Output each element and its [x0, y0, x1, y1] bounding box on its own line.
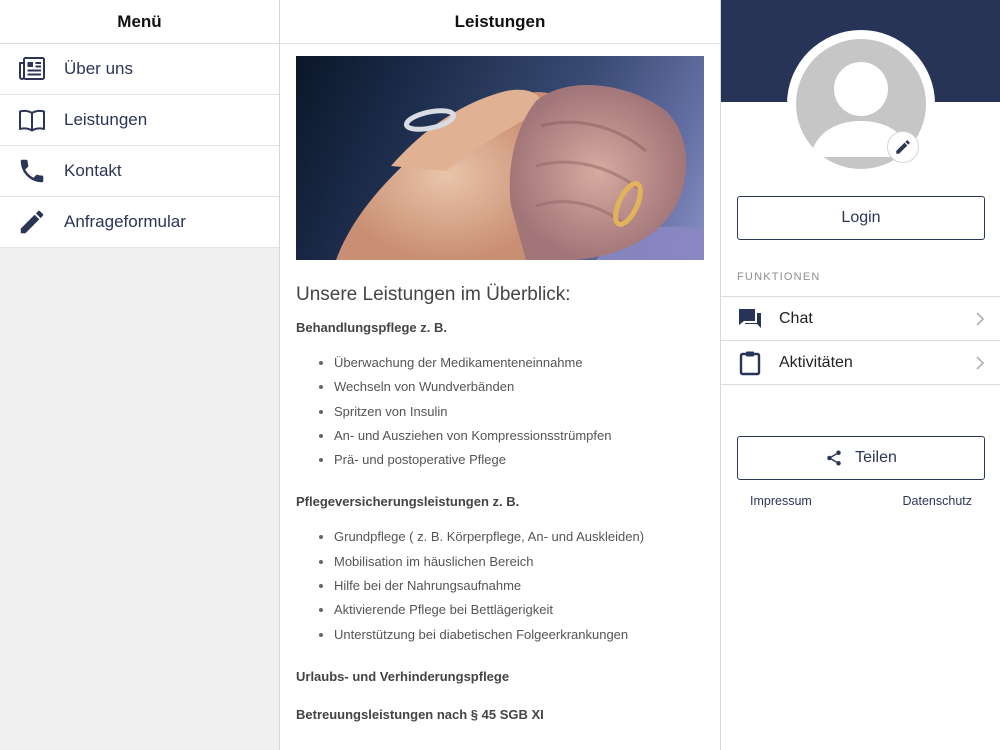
newspaper-icon [0, 54, 64, 84]
list-item: Unterstützung bei diabetischen Folgeerkr… [334, 623, 704, 647]
menu-item-anfrageformular[interactable]: Anfrageformular [0, 197, 279, 248]
list-item: Hilfe bei der Nahrungsaufnahme [334, 574, 704, 598]
bullet-list-pflegeversicherung: Grundpflege ( z. B. Körperpflege, An- un… [296, 525, 704, 646]
list-item: Grundpflege ( z. B. Körperpflege, An- un… [334, 525, 704, 549]
content-title: Leistungen [280, 0, 720, 44]
impressum-link[interactable]: Impressum [750, 494, 812, 508]
list-item: Spritzen von Insulin [334, 400, 704, 424]
chat-icon [721, 307, 779, 331]
content-body[interactable]: Unsere Leistungen im Überblick: Behandlu… [280, 44, 720, 722]
menu-item-label: Anfrageformular [64, 212, 186, 231]
profile-pane: Login FUNKTIONEN Chat Aktivitäten Teilen… [720, 0, 1000, 750]
list-item: Überwachung der Medikamenteneinnahme [334, 351, 704, 375]
chevron-right-icon [976, 356, 985, 370]
function-item-label: Aktivitäten [779, 353, 853, 371]
pencil-icon [0, 207, 64, 237]
footer-links: Impressum Datenschutz [721, 494, 1000, 508]
book-icon [0, 105, 64, 135]
login-button[interactable]: Login [737, 196, 985, 240]
clipboard-icon [721, 350, 779, 376]
menu-item-ueber-uns[interactable]: Über uns [0, 44, 279, 95]
list-item: Wechseln von Wundverbänden [334, 375, 704, 399]
content-heading: Unsere Leistungen im Überblick: [296, 284, 571, 305]
datenschutz-link[interactable]: Datenschutz [903, 494, 972, 508]
menu-item-kontakt[interactable]: Kontakt [0, 146, 279, 197]
function-item-chat[interactable]: Chat [721, 297, 1000, 341]
section-heading-betreuungsleistungen: Betreuungsleistungen nach § 45 SGB XI [296, 706, 544, 722]
list-item: Mobilisation im häuslichen Bereich [334, 550, 704, 574]
phone-icon [0, 156, 64, 186]
functions-list: Chat Aktivitäten [721, 296, 1000, 385]
share-label: Teilen [855, 449, 897, 466]
content-pane: Leistungen Unsere Leistungen im Überblic… [280, 0, 720, 750]
share-button[interactable]: Teilen [737, 436, 985, 480]
list-item: An- und Ausziehen von Kompressionsstrümp… [334, 424, 704, 448]
edit-avatar-button[interactable] [887, 131, 919, 163]
menu-item-label: Über uns [64, 59, 133, 78]
chevron-right-icon [976, 312, 985, 326]
menu-list: Über uns Leistungen Kontakt Anfrageformu… [0, 44, 279, 248]
bullet-list-behandlungspflege: Überwachung der Medikamenteneinnahme Wec… [296, 351, 704, 472]
section-heading-behandlungspflege: Behandlungspflege z. B. [296, 320, 447, 335]
pencil-icon [896, 140, 910, 154]
share-icon [827, 450, 841, 466]
menu-pane: Menü Über uns Leistungen Kontakt Anfrage… [0, 0, 280, 750]
function-item-aktivitaeten[interactable]: Aktivitäten [721, 341, 1000, 385]
menu-item-leistungen[interactable]: Leistungen [0, 95, 279, 146]
function-item-label: Chat [779, 309, 813, 327]
menu-title: Menü [0, 0, 279, 44]
list-item: Aktivierende Pflege bei Bettlägerigkeit [334, 598, 704, 622]
hero-image-hands [296, 56, 704, 260]
section-heading-urlaubspflege: Urlaubs- und Verhinderungspflege [296, 668, 510, 684]
menu-item-label: Kontakt [64, 161, 122, 180]
functions-label: FUNKTIONEN [737, 271, 821, 283]
section-heading-pflegeversicherung: Pflegeversicherungsleistungen z. B. [296, 494, 520, 510]
list-item: Prä- und postoperative Pflege [334, 448, 704, 472]
menu-item-label: Leistungen [64, 110, 148, 129]
